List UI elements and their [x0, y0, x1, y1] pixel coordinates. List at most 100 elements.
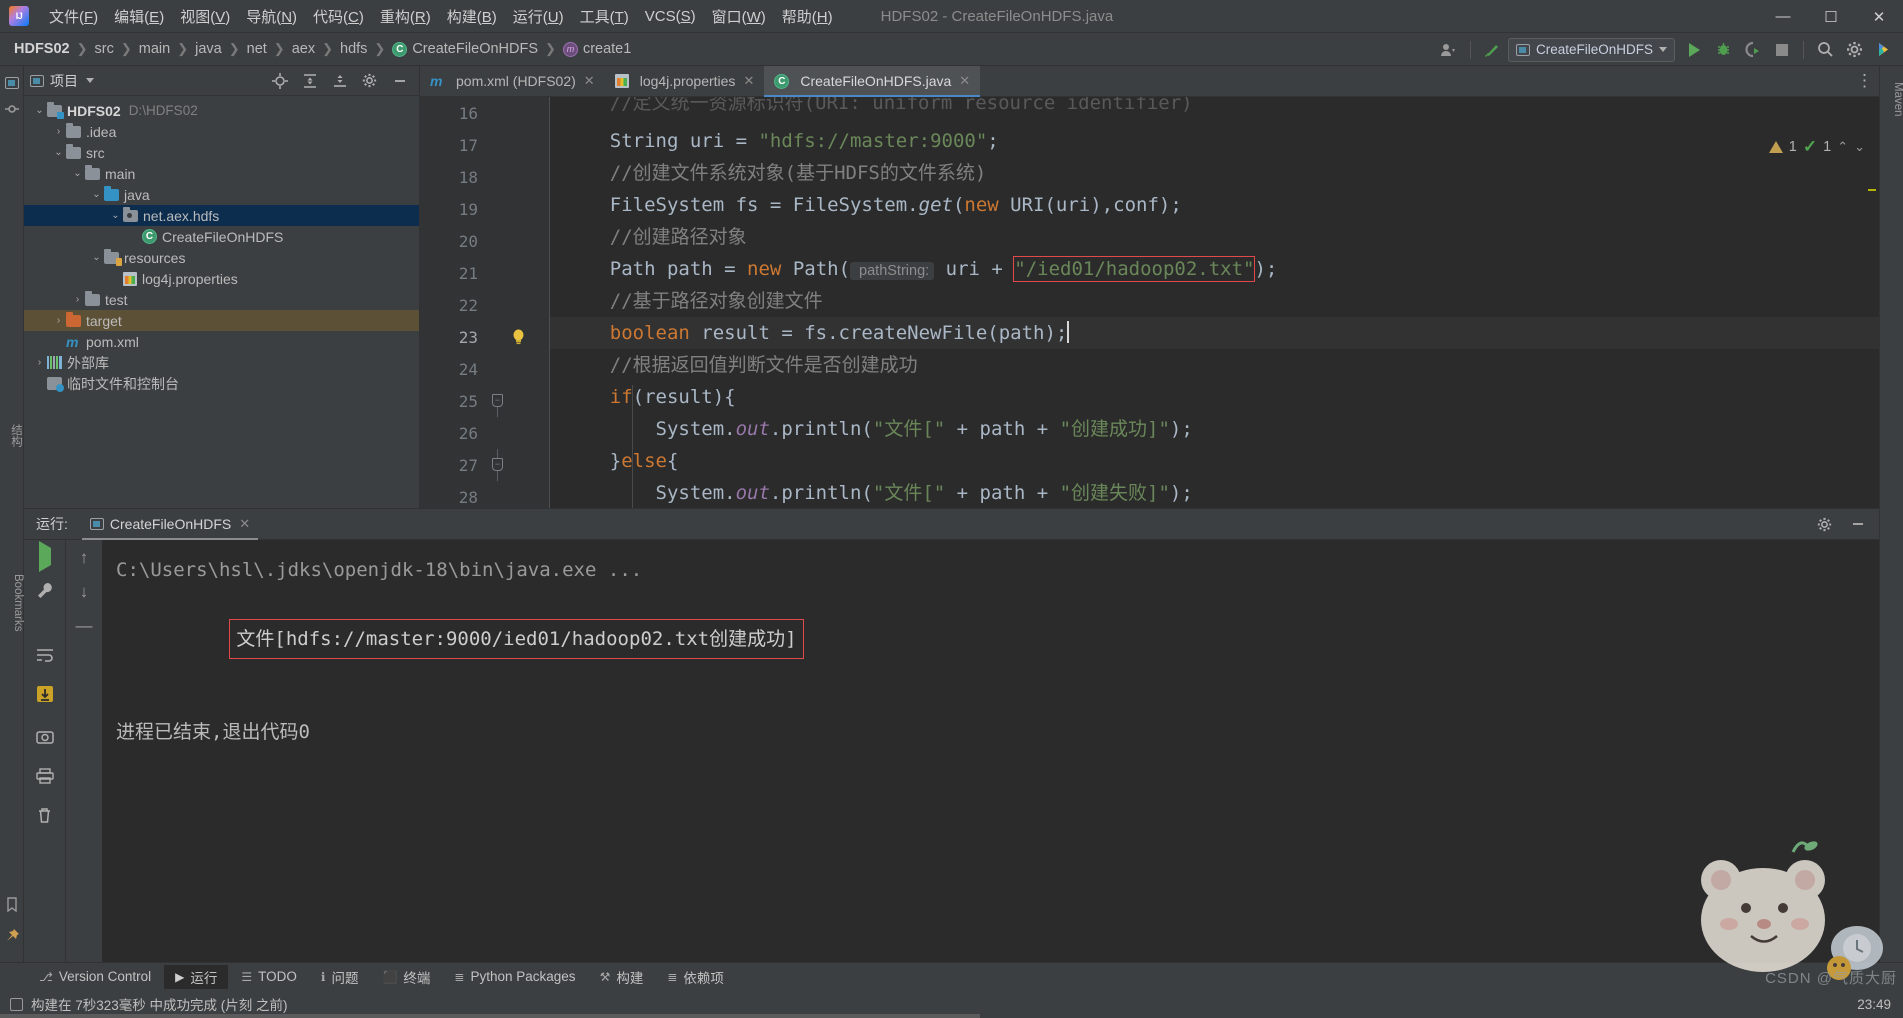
tree-expand-arrow-icon[interactable]: ›: [51, 126, 66, 137]
tree-node-hdfs02[interactable]: ⌄ HDFS02 D:\HDFS02: [24, 100, 419, 121]
code-line-27[interactable]: }else{: [550, 445, 1879, 477]
gutter-line-28[interactable]: 28: [420, 481, 550, 508]
breadcrumb-item-net[interactable]: net: [247, 41, 267, 57]
close-icon[interactable]: ✕: [239, 516, 250, 532]
menu-item-2[interactable]: 视图(V): [172, 3, 238, 30]
menu-item-0[interactable]: 文件(F): [41, 3, 106, 30]
menu-item-8[interactable]: 工具(T): [572, 3, 637, 30]
editor-tab-createfileonhdfs-java[interactable]: C CreateFileOnHDFS.java ✕: [764, 66, 981, 97]
wrap-text-button[interactable]: [36, 647, 54, 668]
tree-expand-arrow-icon[interactable]: ⌄: [51, 147, 66, 158]
tree-node-net-aex-hdfs[interactable]: ⌄ net.aex.hdfs: [24, 205, 419, 226]
tree-node-createfileonhdfs[interactable]: C CreateFileOnHDFS: [24, 226, 419, 247]
breadcrumb-item-java[interactable]: java: [195, 41, 222, 57]
breadcrumb-item-src[interactable]: src: [95, 41, 114, 57]
gutter-line-22[interactable]: 22: [420, 289, 550, 321]
code-line-21[interactable]: Path path = new Path( pathString: uri + …: [550, 253, 1879, 285]
gutter-line-21[interactable]: 21: [420, 257, 550, 289]
bookmarks-tool-label[interactable]: Bookmarks: [0, 574, 24, 632]
account-icon[interactable]: [1435, 37, 1462, 62]
pin-icon[interactable]: [0, 922, 24, 948]
breadcrumb-item-aex[interactable]: aex: [292, 41, 315, 57]
settings-gear-icon[interactable]: [1841, 37, 1868, 62]
code-line-16[interactable]: //定义统一资源标识符(URI: uniform resource identi…: [550, 97, 1879, 125]
trash-button[interactable]: [36, 807, 53, 829]
bottom-tool-构建[interactable]: ⚒ 构建: [589, 965, 655, 989]
code-line-26[interactable]: System.out.println("文件[" + path + "创建成功]…: [550, 413, 1879, 445]
build-hammer-icon[interactable]: [1479, 37, 1506, 62]
tree-node-临时文件和控制台[interactable]: 临时文件和控制台: [24, 373, 419, 394]
close-icon[interactable]: ✕: [959, 73, 970, 89]
tree-expand-arrow-icon[interactable]: ⌄: [32, 105, 47, 116]
breadcrumb-item-hdfs02[interactable]: HDFS02: [14, 41, 70, 57]
code-line-17[interactable]: String uri = "hdfs://master:9000";: [550, 125, 1879, 157]
console-output[interactable]: C:\Users\hsl\.jdks\openjdk-18\bin\java.e…: [102, 540, 1879, 962]
maximize-button[interactable]: ☐: [1807, 0, 1855, 33]
commit-icon[interactable]: [0, 96, 24, 122]
close-button[interactable]: ✕: [1855, 0, 1903, 33]
editor-tab-pom-xml-hdfs02-[interactable]: m pom.xml (HDFS02) ✕: [420, 66, 605, 96]
next-highlight-icon[interactable]: ⌄: [1854, 139, 1865, 155]
tree-expand-arrow-icon[interactable]: ⌄: [108, 210, 123, 221]
gutter-line-18[interactable]: 18: [420, 161, 550, 193]
code-line-24[interactable]: //根据返回值判断文件是否创建成功: [550, 349, 1879, 381]
ai-assistant-icon[interactable]: [1870, 37, 1897, 62]
code-line-22[interactable]: //基于路径对象创建文件: [550, 285, 1879, 317]
gutter-line-26[interactable]: 26: [420, 417, 550, 449]
menu-item-10[interactable]: 窗口(W): [704, 3, 774, 30]
tree-node-main[interactable]: ⌄ main: [24, 163, 419, 184]
gutter-line-27[interactable]: 27 −: [420, 449, 550, 481]
breadcrumb-item-main[interactable]: main: [139, 41, 170, 57]
menu-item-7[interactable]: 运行(U): [505, 3, 572, 30]
menu-item-9[interactable]: VCS(S): [637, 5, 704, 28]
camera-button[interactable]: [35, 729, 54, 750]
code-line-20[interactable]: //创建路径对象: [550, 221, 1879, 253]
chevron-down-icon[interactable]: [86, 78, 94, 83]
stop-button[interactable]: [1768, 37, 1795, 62]
print-button[interactable]: [35, 768, 54, 789]
code-line-19[interactable]: FileSystem fs = FileSystem.get(new URI(u…: [550, 189, 1879, 221]
tree-node-src[interactable]: ⌄ src: [24, 142, 419, 163]
close-icon[interactable]: ✕: [584, 73, 595, 89]
intention-bulb-icon[interactable]: [512, 329, 525, 345]
tree-expand-arrow-icon[interactable]: ⌄: [89, 189, 104, 200]
menu-item-11[interactable]: 帮助(H): [774, 3, 841, 30]
debug-button[interactable]: [1710, 37, 1737, 62]
code-line-28[interactable]: System.out.println("文件[" + path + "创建失败]…: [550, 477, 1879, 508]
project-tool-icon[interactable]: [0, 70, 24, 96]
run-configuration-selector[interactable]: CreateFileOnHDFS: [1507, 37, 1675, 62]
tree-node-target[interactable]: › target: [24, 310, 419, 331]
gutter-line-24[interactable]: 24: [420, 353, 550, 385]
gutter-line-19[interactable]: 19: [420, 193, 550, 225]
scroll-to-end-button[interactable]: [35, 684, 55, 709]
bottom-tool-python-packages[interactable]: ≣ Python Packages: [443, 965, 586, 989]
tree-node-外部库[interactable]: › 外部库: [24, 352, 419, 373]
breadcrumb-item-hdfs[interactable]: hdfs: [340, 41, 367, 57]
down-arrow-button[interactable]: ↓: [80, 582, 89, 602]
soft-wrap-button[interactable]: —: [76, 616, 93, 636]
tree-node-resources[interactable]: ⌄ resources: [24, 247, 419, 268]
close-icon[interactable]: ✕: [743, 73, 754, 89]
bottom-tool-todo[interactable]: ☰ TODO: [230, 965, 308, 989]
structure-tool-label[interactable]: 结构: [0, 424, 24, 447]
tree-expand-arrow-icon[interactable]: ⌄: [89, 252, 104, 263]
tree-expand-arrow-icon[interactable]: ⌄: [70, 168, 85, 179]
bottom-tool-依赖项[interactable]: ≣ 依赖项: [656, 965, 735, 989]
code-fold-icon[interactable]: −: [492, 458, 503, 471]
run-tab[interactable]: CreateFileOnHDFS ✕: [81, 509, 259, 540]
gutter-line-23[interactable]: 23: [420, 321, 550, 353]
settings-gear-icon[interactable]: [356, 68, 383, 93]
code-editor[interactable]: 16171819202122232425−2627−2829− //定义统一资源…: [420, 97, 1879, 508]
run-with-coverage-button[interactable]: [1739, 37, 1766, 62]
bottom-tool-运行[interactable]: ▶ 运行: [164, 964, 229, 989]
code-text[interactable]: //定义统一资源标识符(URI: uniform resource identi…: [550, 97, 1879, 508]
settings-gear-icon[interactable]: [1811, 512, 1838, 537]
search-everywhere-icon[interactable]: [1812, 37, 1839, 62]
hide-icon[interactable]: [1844, 512, 1871, 537]
editor-tabs-overflow[interactable]: ⋮: [1856, 66, 1879, 96]
gutter-line-20[interactable]: 20: [420, 225, 550, 257]
bookmark-pin-icon[interactable]: [0, 892, 24, 918]
run-button[interactable]: [1681, 37, 1708, 62]
menu-item-5[interactable]: 重构(R): [372, 3, 439, 30]
menu-item-3[interactable]: 导航(N): [238, 3, 305, 30]
